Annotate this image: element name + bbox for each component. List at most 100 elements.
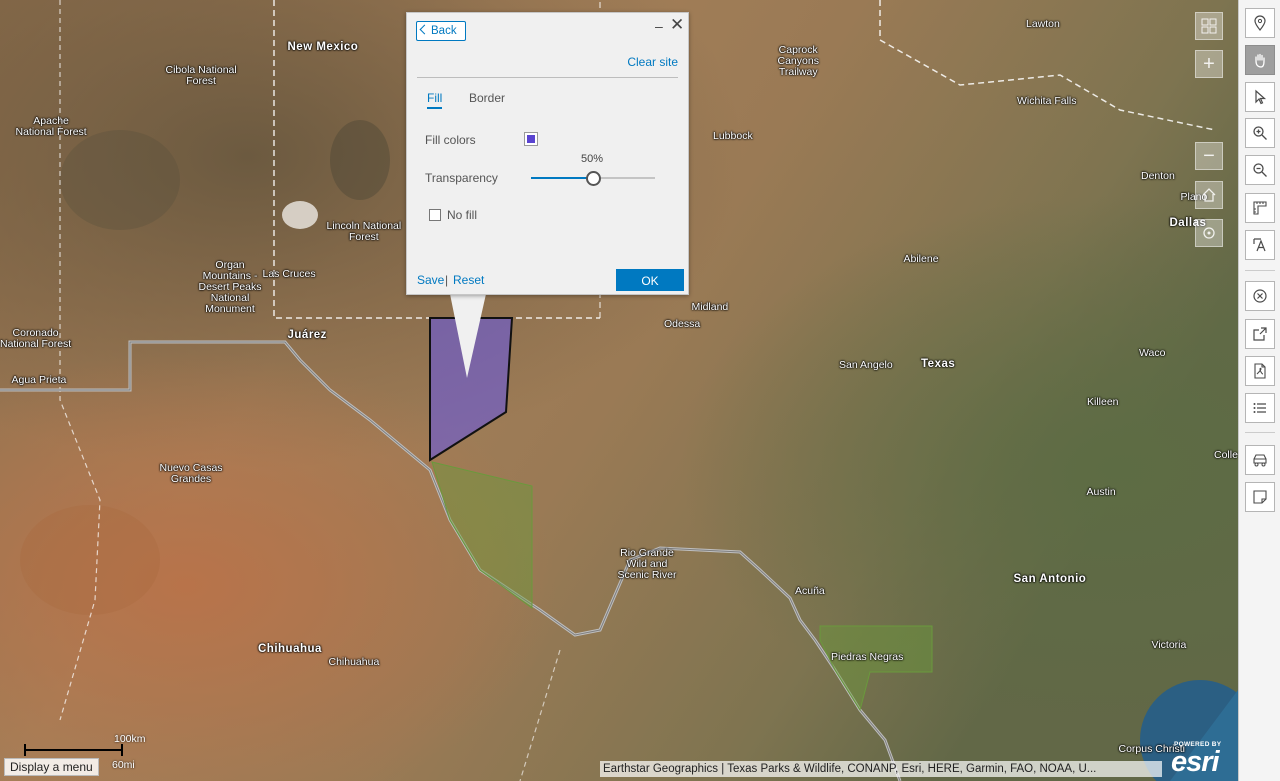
tab-border[interactable]: Border — [469, 91, 505, 105]
save-link[interactable]: Save — [417, 273, 444, 287]
scale-mi-label: 60mi — [112, 759, 135, 771]
clear-icon — [1253, 289, 1267, 303]
home-button[interactable] — [1195, 181, 1223, 209]
zoom-in-icon — [1253, 126, 1267, 140]
drive-time-car-icon — [1253, 454, 1267, 467]
map-label: Colle — [1214, 449, 1238, 461]
scale-bar — [24, 744, 123, 756]
map-label: New Mexico — [287, 41, 359, 53]
toolbar-drive-time-button[interactable] — [1245, 445, 1275, 475]
map-label: Acuña — [795, 585, 825, 597]
transparency-label: Transparency — [425, 171, 498, 185]
minimize-icon[interactable]: – — [655, 18, 663, 34]
pan-hand-icon — [1255, 53, 1265, 68]
map-label: Chihuahua — [328, 656, 380, 668]
locate-button[interactable] — [1195, 219, 1223, 247]
toolbar-list-button[interactable] — [1245, 393, 1275, 423]
reset-link[interactable]: Reset — [453, 273, 484, 287]
home-icon — [1202, 188, 1216, 202]
transparency-slider[interactable] — [531, 171, 655, 186]
map-attribution[interactable]: Earthstar Geographics | Texas Parks & Wi… — [600, 761, 1162, 777]
fill-colors-label: Fill colors — [425, 133, 476, 147]
fill-color-swatch[interactable] — [524, 132, 538, 146]
link-separator: | — [445, 273, 449, 287]
map-label: Lawton — [1026, 18, 1060, 30]
toolbar-pin-button[interactable] — [1245, 8, 1275, 38]
note-icon — [1253, 490, 1267, 504]
map-label: Coronado National Forest — [0, 327, 72, 350]
plus-icon: + — [1203, 52, 1215, 75]
esri-logo[interactable]: esri — [1171, 746, 1220, 779]
map-label: Agua Prieta — [11, 374, 67, 386]
map-label: Lubbock — [713, 130, 753, 142]
text-annotation-icon — [1253, 238, 1266, 252]
map-label: Odessa — [664, 318, 701, 330]
transparency-value: 50% — [581, 153, 604, 165]
transparency-slider-thumb[interactable] — [586, 171, 601, 186]
map-label: Victoria — [1151, 639, 1187, 651]
popup-divider — [417, 77, 678, 78]
map-label: Abilene — [903, 253, 939, 265]
clear-site-link[interactable]: Clear site — [627, 55, 678, 69]
chevron-left-icon — [419, 24, 430, 35]
map-label: Denton — [1141, 170, 1175, 182]
toolbar-pdf-button[interactable] — [1245, 356, 1275, 386]
display-menu-button[interactable]: Display a menu — [4, 758, 99, 776]
map-label: Lincoln National Forest — [326, 220, 402, 243]
map-label: Midland — [691, 301, 729, 313]
toolbar-divider — [1245, 432, 1275, 433]
toolbar-divider — [1245, 270, 1275, 271]
toolbar-zoom-out-button[interactable] — [1245, 155, 1275, 185]
map-label: Killeen — [1087, 396, 1119, 408]
right-toolbar — [1238, 0, 1280, 781]
no-fill-checkbox[interactable] — [429, 209, 441, 221]
map-label: Organ Mountains - Desert Peaks National Monu… — [198, 259, 262, 315]
minus-icon: − — [1203, 144, 1215, 167]
map-label: Juárez — [287, 329, 327, 341]
toolbar-note-button[interactable] — [1245, 482, 1275, 512]
measure-ruler-icon — [1253, 201, 1267, 215]
site-style-popup: Back – ✕ Clear site Fill Border Fill col… — [406, 12, 689, 295]
select-pointer-icon — [1255, 89, 1267, 105]
map-label: Chihuahua — [258, 643, 322, 655]
map-label: Apache National Forest — [15, 115, 87, 138]
map-view[interactable]: New Mexico Cibola National Forest Apache Nat… — [0, 0, 1238, 781]
map-zoom-out-button[interactable]: − — [1195, 142, 1223, 170]
toolbar-select-button[interactable] — [1245, 82, 1275, 112]
transparency-slider-fill — [531, 177, 593, 179]
map-label: San Antonio — [1013, 573, 1087, 585]
toolbar-measure-button[interactable] — [1245, 193, 1275, 223]
grid-icon — [1201, 18, 1217, 34]
map-label: Waco — [1139, 347, 1166, 359]
map-label: Piedras Negras — [831, 651, 904, 663]
pdf-export-icon — [1254, 363, 1266, 379]
map-label: San Angelo — [839, 359, 893, 371]
toolbar-zoom-in-button[interactable] — [1245, 118, 1275, 148]
map-label: Caprock Canyons Trailway — [777, 44, 819, 78]
scale-km-label: 100km — [114, 733, 146, 745]
zoom-out-icon — [1253, 163, 1267, 177]
map-label: Rio Grande Wild and Scenic River — [617, 547, 677, 581]
map-pin-icon — [1254, 15, 1266, 31]
map-label: Cibola National Forest — [165, 64, 237, 87]
share-icon — [1253, 327, 1267, 341]
basemap-toggle-button[interactable] — [1195, 12, 1223, 40]
map-zoom-in-button[interactable]: + — [1195, 50, 1223, 78]
map-label: Wichita Falls — [1017, 95, 1077, 107]
map-label: Nuevo Casas Grandes — [159, 462, 223, 485]
popup-pointer — [450, 294, 486, 378]
map-label: Las Cruces — [262, 268, 316, 280]
map-label: Austin — [1086, 486, 1116, 498]
ok-button[interactable]: OK — [616, 269, 684, 291]
toolbar-text-button[interactable] — [1245, 230, 1275, 260]
no-fill-label: No fill — [447, 208, 478, 222]
locate-icon — [1203, 227, 1215, 239]
list-icon — [1253, 403, 1266, 413]
back-button[interactable]: Back — [416, 21, 466, 41]
tab-fill[interactable]: Fill — [427, 91, 443, 109]
map-label: Texas — [921, 358, 956, 370]
close-icon[interactable]: ✕ — [670, 15, 684, 35]
toolbar-share-button[interactable] — [1245, 319, 1275, 349]
toolbar-clear-button[interactable] — [1245, 281, 1275, 311]
toolbar-pan-button[interactable] — [1245, 45, 1275, 75]
